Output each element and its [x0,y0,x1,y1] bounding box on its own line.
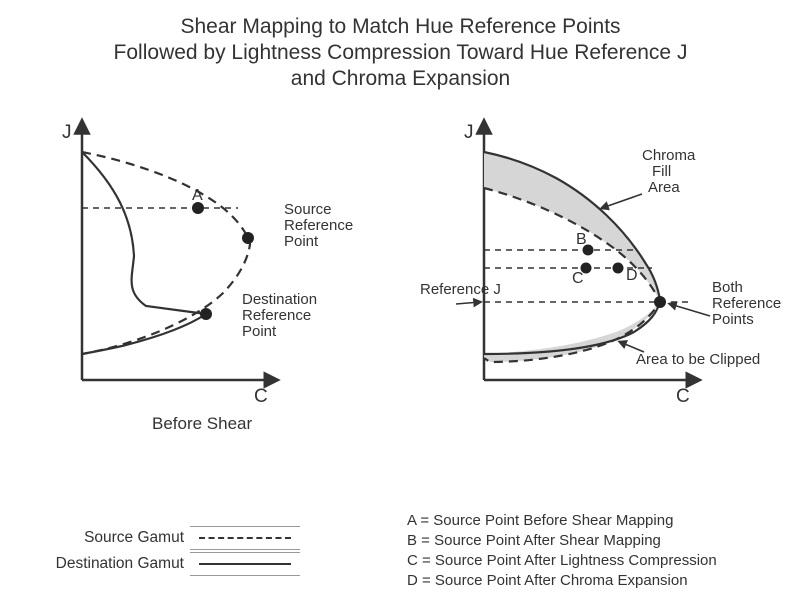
label-reference-J: Reference J [420,281,501,298]
axis-label-C: C [254,386,268,407]
caption-before-shear: Before Shear [152,414,252,434]
arrow-clip [620,342,644,352]
destination-gamut-curve [82,152,206,354]
label-both-ref: Both Reference Points [712,279,785,328]
both-reference-points [654,296,666,308]
point-D [613,263,624,274]
axis-label-J: J [62,122,72,143]
label-source-ref: Source Reference Point [284,201,357,250]
gamut-legend: Source Gamut Destination Gamut [44,525,374,577]
label-clip: Area to be Clipped [636,351,760,368]
page-title: Shear Mapping to Match Hue Reference Poi… [0,14,801,92]
title-line-1: Shear Mapping to Match Hue Reference Poi… [180,15,620,38]
dashed-line-icon [199,537,291,539]
legend-point-D: D = Source Point After Chroma Expansion [407,571,777,591]
arrow-both-ref [670,304,710,316]
label-chroma-fill: Chroma Fill Area [642,147,700,196]
legend-destination-swatch [190,552,300,576]
axis-label-C: C [676,386,690,407]
panel-before-shear: J C A Source Reference Point [26,108,406,408]
page: Shear Mapping to Match Hue Reference Poi… [0,0,801,613]
legend-source-gamut: Source Gamut [44,525,374,551]
points-legend: A = Source Point Before Shear Mapping B … [407,511,777,591]
panel-after-shear: J C Reference J Chroma [420,108,792,408]
after-shear-svg: J C Reference J Chroma [420,108,792,408]
legend-source-swatch [190,526,300,550]
point-C-label: C [572,270,584,287]
plot-band: J C A Source Reference Point [0,108,801,448]
legend-destination-gamut: Destination Gamut [44,551,374,577]
title-line-3: and Chroma Expansion [291,67,510,90]
legend-point-A: A = Source Point Before Shear Mapping [407,511,777,531]
axis-label-J: J [464,122,474,143]
title-line-2: Followed by Lightness Compression Toward… [114,41,688,64]
arrow-reference-J [456,302,480,304]
legend-point-B: B = Source Point After Shear Mapping [407,531,777,551]
point-A-label: A [192,187,203,204]
legend-source-gamut-label: Source Gamut [44,529,190,547]
legend-point-C: C = Source Point After Lightness Compres… [407,551,777,571]
label-destination-ref: Destination Reference Point [242,291,321,340]
point-D-label: D [626,267,638,284]
legend-destination-gamut-label: Destination Gamut [44,555,190,573]
arrow-chroma-fill [602,194,642,208]
before-shear-svg: J C A Source Reference Point [26,108,406,408]
destination-reference-point [200,308,212,320]
solid-line-icon [199,563,291,565]
point-B-label: B [576,231,587,248]
source-reference-point [242,232,254,244]
